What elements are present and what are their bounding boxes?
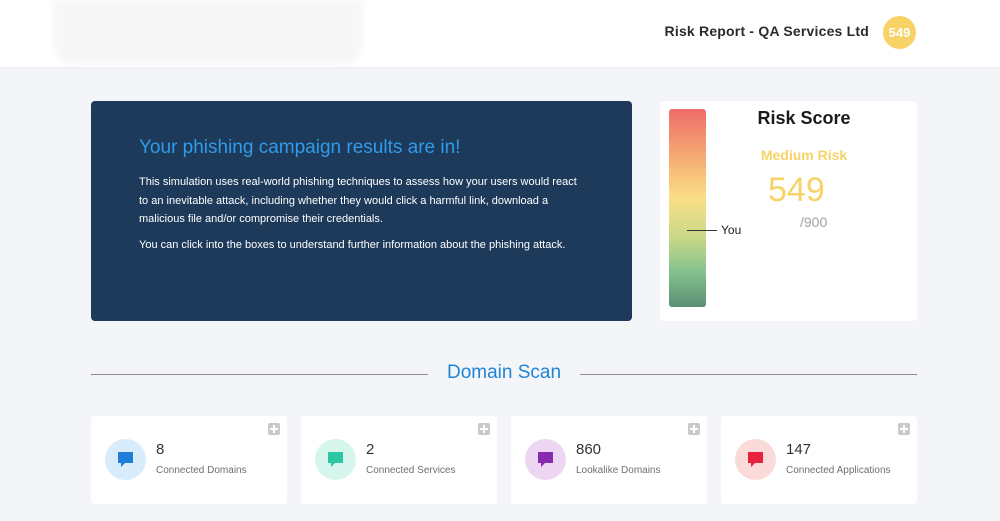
stat-label: Connected Applications — [786, 465, 891, 476]
expand-plus-icon[interactable] — [898, 423, 910, 435]
expand-plus-icon[interactable] — [268, 423, 280, 435]
gauge-marker-line — [687, 230, 717, 231]
expand-plus-icon[interactable] — [688, 423, 700, 435]
expand-plus-icon[interactable] — [478, 423, 490, 435]
score-badge[interactable]: 549 — [883, 16, 916, 49]
chat-bubble-icon — [538, 452, 553, 467]
risk-score-max: /900 — [800, 214, 828, 230]
stat-value: 8 — [156, 441, 165, 458]
gauge-marker-label: You — [721, 223, 742, 237]
risk-gauge — [669, 109, 706, 307]
stat-icon-bg — [525, 439, 566, 480]
risk-level: Medium Risk — [760, 147, 848, 163]
risk-score-card[interactable]: You Risk Score Medium Risk 549 /900 — [660, 101, 917, 321]
hero-description: This simulation uses real-world phishing… — [139, 176, 577, 225]
chat-bubble-icon — [748, 452, 763, 467]
chat-bubble-icon — [118, 452, 133, 467]
top-bar: Risk Report - QA Services Ltd 549 — [0, 0, 1000, 67]
logo-placeholder — [52, 0, 364, 64]
stat-card-connected-applications[interactable]: 147 Connected Applications — [721, 416, 917, 504]
stat-card-connected-domains[interactable]: 8 Connected Domains — [91, 416, 287, 504]
section-divider-left — [91, 374, 428, 375]
risk-score-title: Risk Score — [757, 108, 851, 128]
section-divider-right — [580, 374, 917, 375]
phishing-results-panel: Your phishing campaign results are in! T… — [91, 101, 632, 321]
stat-icon-bg — [315, 439, 356, 480]
hero-instructions: You can click into the boxes to understa… — [139, 238, 566, 251]
stat-label: Lookalike Domains — [576, 465, 661, 476]
stat-value: 2 — [366, 441, 375, 458]
stat-label: Connected Services — [366, 465, 456, 476]
stat-card-connected-services[interactable]: 2 Connected Services — [301, 416, 497, 504]
chat-bubble-icon — [328, 452, 343, 467]
stat-icon-bg — [105, 439, 146, 480]
stat-icon-bg — [735, 439, 776, 480]
section-title-domain-scan: Domain Scan — [446, 362, 562, 383]
stat-label: Connected Domains — [156, 465, 247, 476]
report-title: Risk Report - QA Services Ltd — [664, 23, 869, 39]
stat-card-lookalike-domains[interactable]: 860 Lookalike Domains — [511, 416, 707, 504]
hero-title: Your phishing campaign results are in! — [139, 137, 461, 158]
risk-score-value: 549 — [768, 171, 825, 209]
stat-value: 860 — [576, 441, 602, 458]
stat-value: 147 — [786, 441, 812, 458]
